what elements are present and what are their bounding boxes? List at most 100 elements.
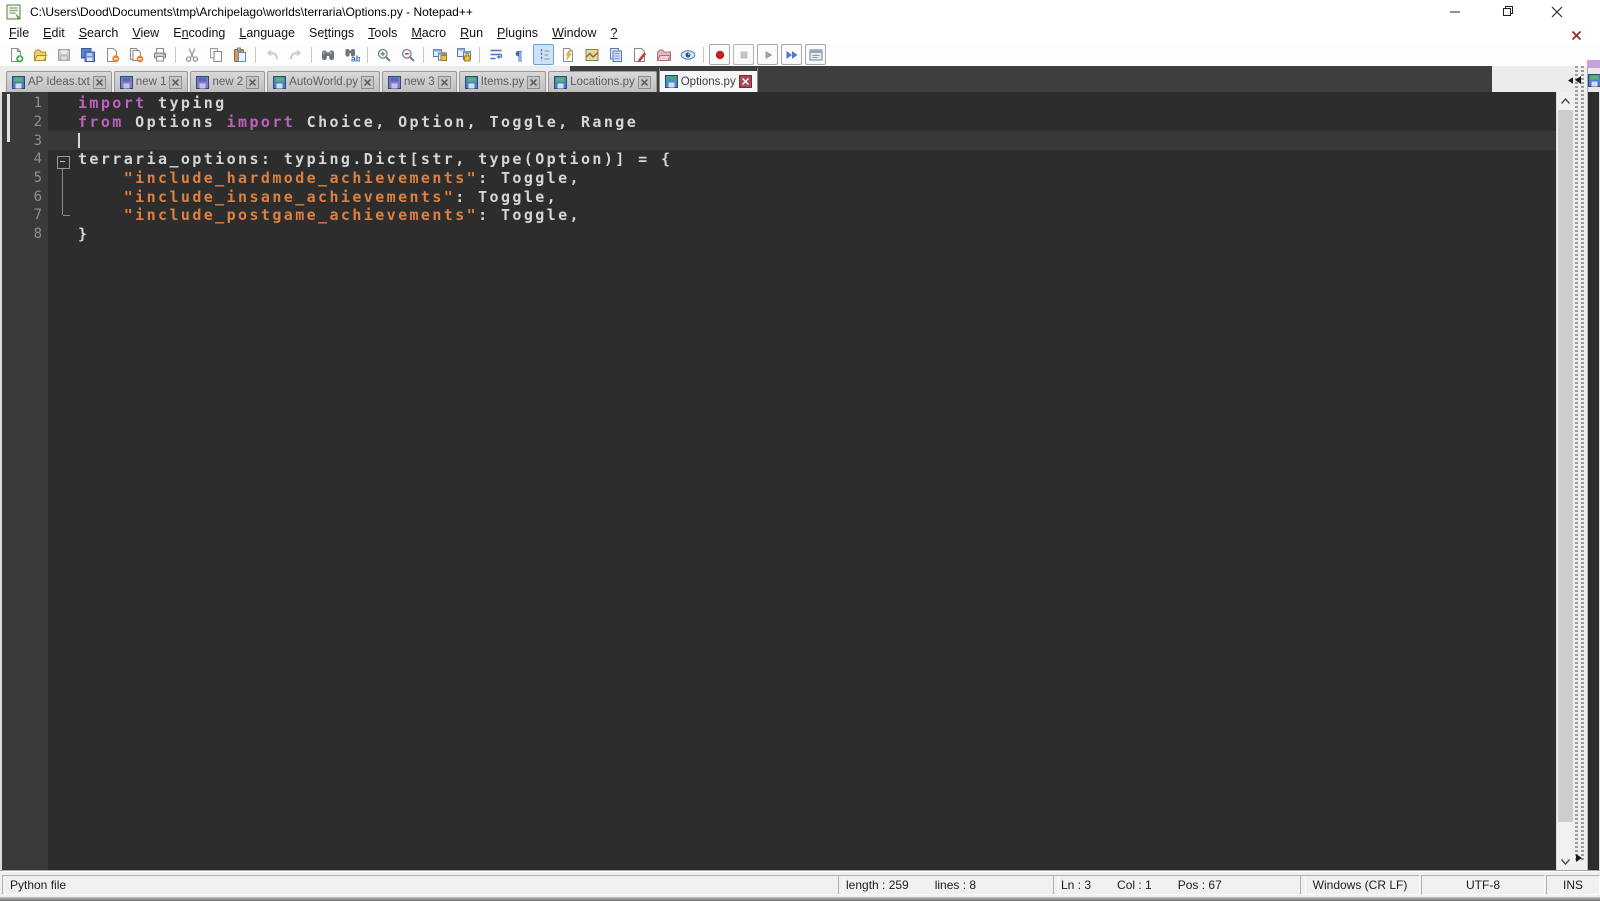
paste-button[interactable]	[229, 44, 250, 65]
line-number[interactable]: 6	[2, 189, 50, 205]
tab-close-icon[interactable]	[438, 76, 451, 89]
secondary-tab-fragment[interactable]	[1587, 68, 1600, 92]
code-line[interactable]: 2from Options import Choice, Option, Tog…	[2, 113, 1556, 132]
tab-new-3[interactable]: new 3	[382, 71, 457, 92]
word-wrap-button[interactable]	[485, 44, 506, 65]
toolbar-separator	[255, 47, 256, 63]
menu-item-window[interactable]: Window	[545, 24, 603, 43]
print-button[interactable]	[149, 44, 170, 65]
splitter-grip[interactable]	[1575, 66, 1578, 862]
close-document-x-icon[interactable]	[1571, 28, 1585, 42]
splitter-grip[interactable]	[1581, 66, 1584, 862]
vertical-scrollbar[interactable]	[1556, 92, 1574, 870]
code-line[interactable]: 4terraria_options: typing.Dict[str, type…	[2, 150, 1556, 169]
restore-button[interactable]	[1485, 0, 1531, 24]
new-file-button[interactable]	[5, 44, 26, 65]
menu-item-plugins[interactable]: Plugins	[490, 24, 545, 43]
view-splitter[interactable]	[1573, 66, 1587, 862]
line-number[interactable]: 3	[2, 133, 50, 149]
tab-items[interactable]: Items.py	[459, 71, 546, 92]
menu-item-language[interactable]: Language	[232, 24, 302, 43]
line-number[interactable]: 8	[2, 226, 50, 242]
document-map-button[interactable]	[581, 44, 602, 65]
line-number[interactable]: 5	[2, 170, 50, 186]
menu-item-macro[interactable]: Macro	[404, 24, 453, 43]
text-area[interactable]: 1import typing2from Options import Choic…	[2, 94, 1556, 254]
fold-collapse-icon[interactable]	[57, 156, 70, 169]
document-list-button[interactable]	[605, 44, 626, 65]
user-defined-language-button[interactable]	[557, 44, 578, 65]
save-button[interactable]	[53, 44, 74, 65]
replace-button[interactable]: ab	[341, 44, 362, 65]
macro-play-button[interactable]	[757, 44, 778, 65]
scroll-up-icon[interactable]	[1557, 92, 1574, 109]
editor[interactable]: 1import typing2from Options import Choic…	[0, 92, 1556, 870]
macro-save-button[interactable]	[805, 44, 826, 65]
minimize-button[interactable]	[1432, 0, 1478, 24]
sync-horizontal-button[interactable]	[453, 44, 474, 65]
close-button[interactable]	[1534, 0, 1580, 24]
splitter-collapse-left-icon[interactable]	[1575, 71, 1581, 89]
menu-item-encoding[interactable]: Encoding	[166, 24, 232, 43]
save-all-button[interactable]	[77, 44, 98, 65]
sync-vertical-button[interactable]	[429, 44, 450, 65]
line-number[interactable]: 7	[2, 207, 50, 223]
menu-item-run[interactable]: Run	[453, 24, 490, 43]
monitoring-button[interactable]	[677, 44, 698, 65]
menu-item-tools[interactable]: Tools	[361, 24, 404, 43]
copy-button[interactable]	[205, 44, 226, 65]
undo-button[interactable]	[261, 44, 282, 65]
macro-stop-button[interactable]	[733, 44, 754, 65]
code-line[interactable]: 6 "include_insane_achievements": Toggle,	[2, 187, 1556, 206]
show-all-characters-button[interactable]: ¶	[509, 44, 530, 65]
splitter-collapse-right-icon[interactable]	[1576, 849, 1582, 867]
line-number[interactable]: 1	[2, 95, 50, 111]
tab-new-1[interactable]: new 1	[114, 71, 189, 92]
tab-close-icon[interactable]	[527, 76, 540, 89]
zoom-in-button[interactable]	[373, 44, 394, 65]
scrollbar-thumb[interactable]	[1558, 110, 1573, 822]
find-button[interactable]	[317, 44, 338, 65]
tab-autoworld[interactable]: AutoWorld.py	[267, 71, 380, 92]
code-line[interactable]: 1import typing	[2, 94, 1556, 113]
redo-button[interactable]	[285, 44, 306, 65]
close-all-button[interactable]	[125, 44, 146, 65]
tab-close-icon[interactable]	[93, 76, 106, 89]
menu-item-view[interactable]: View	[125, 24, 166, 43]
menu-item-help[interactable]: ?	[604, 24, 625, 43]
code-line[interactable]: 5 "include_hardmode_achievements": Toggl…	[2, 169, 1556, 188]
tab-ap-ideas[interactable]: AP Ideas.txt	[6, 71, 112, 92]
tab-options[interactable]: Options.py	[659, 66, 758, 92]
tab-close-icon[interactable]	[361, 76, 374, 89]
scroll-down-icon[interactable]	[1557, 853, 1574, 870]
zoom-out-button[interactable]	[397, 44, 418, 65]
tab-locations[interactable]: Locations.py	[548, 71, 657, 92]
tab-close-icon[interactable]	[169, 76, 182, 89]
open-file-button[interactable]	[29, 44, 50, 65]
line-number[interactable]: 2	[2, 114, 50, 130]
function-list-button[interactable]	[629, 44, 650, 65]
code-token: Options	[124, 113, 227, 131]
menu-item-settings[interactable]: Settings	[302, 24, 361, 43]
cut-button[interactable]	[181, 44, 202, 65]
menu-item-file[interactable]: File	[2, 24, 36, 43]
close-file-button[interactable]	[101, 44, 122, 65]
menu-item-edit[interactable]: Edit	[36, 24, 72, 43]
macro-run-multiple-button[interactable]	[781, 44, 802, 65]
saved-file-icon	[273, 76, 286, 89]
tab-close-icon[interactable]	[638, 76, 651, 89]
macro-record-button[interactable]	[709, 44, 730, 65]
tab-new-2[interactable]: new 2	[190, 71, 265, 92]
folder-as-workspace-button[interactable]	[653, 44, 674, 65]
tab-close-icon[interactable]	[739, 75, 752, 88]
undo-icon	[264, 47, 280, 63]
code-line[interactable]: 3	[2, 131, 1556, 150]
menu-item-search[interactable]: Search	[72, 24, 126, 43]
code-line[interactable]: 8}	[2, 225, 1556, 244]
code-line[interactable]: 7 "include_postgame_achievements": Toggl…	[2, 206, 1556, 225]
close-all-icon	[128, 47, 144, 63]
tab-close-icon[interactable]	[246, 76, 259, 89]
document-list-icon	[608, 47, 624, 63]
show-indent-guide-button[interactable]	[533, 44, 554, 65]
line-number[interactable]: 4	[2, 151, 50, 167]
